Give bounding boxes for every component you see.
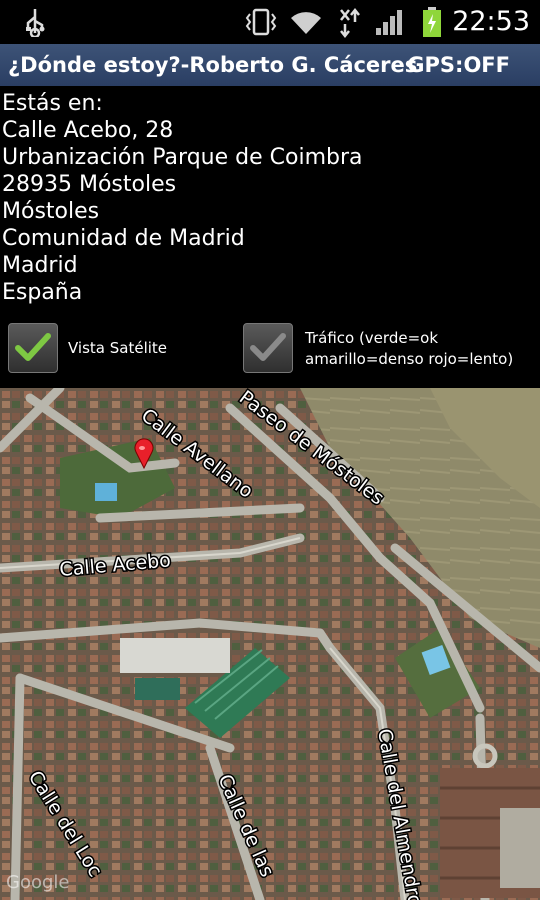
usb-icon	[20, 0, 50, 44]
address-block: Estás en: Calle Acebo, 28 Urbanización P…	[2, 90, 363, 306]
clock: 22:53	[452, 6, 530, 37]
check-icon	[15, 333, 51, 361]
gps-status: GPS:OFF	[407, 53, 510, 77]
wifi-icon	[288, 0, 324, 44]
traffic-label[interactable]: Tráfico (verde=ok amarillo=denso rojo=le…	[305, 328, 513, 370]
traffic-label-line1: Tráfico (verde=ok	[305, 329, 439, 347]
address-line: Móstoles	[2, 199, 100, 224]
title-bar: ¿Dónde estoy?-Roberto G. Cáceres GPS:OFF	[0, 44, 540, 86]
satellite-map[interactable]: Calle Avellano Paseo de Móstoles Calle A…	[0, 388, 540, 900]
address-line: Comunidad de Madrid	[2, 226, 245, 251]
app-title: ¿Dónde estoy?-Roberto G. Cáceres	[8, 53, 418, 77]
address-line: Urbanización Parque de Coimbra	[2, 145, 363, 170]
address-line: Madrid	[2, 253, 78, 278]
satellite-label[interactable]: Vista Satélite	[68, 338, 167, 359]
signal-icon	[372, 0, 406, 44]
traffic-label-line2: amarillo=denso rojo=lento)	[305, 350, 514, 368]
check-icon-unchecked	[250, 333, 286, 361]
status-bar: 22:53	[0, 0, 540, 44]
address-intro: Estás en:	[2, 91, 103, 116]
address-line: Calle Acebo, 28	[2, 118, 174, 143]
google-watermark: Google	[6, 872, 69, 893]
address-line: España	[2, 280, 83, 305]
battery-icon	[420, 0, 444, 44]
satellite-checkbox[interactable]	[8, 323, 58, 373]
mobile-data-icon	[334, 0, 364, 44]
traffic-checkbox[interactable]	[243, 323, 293, 373]
address-line: 28935 Móstoles	[2, 172, 177, 197]
vibrate-icon	[243, 0, 279, 44]
